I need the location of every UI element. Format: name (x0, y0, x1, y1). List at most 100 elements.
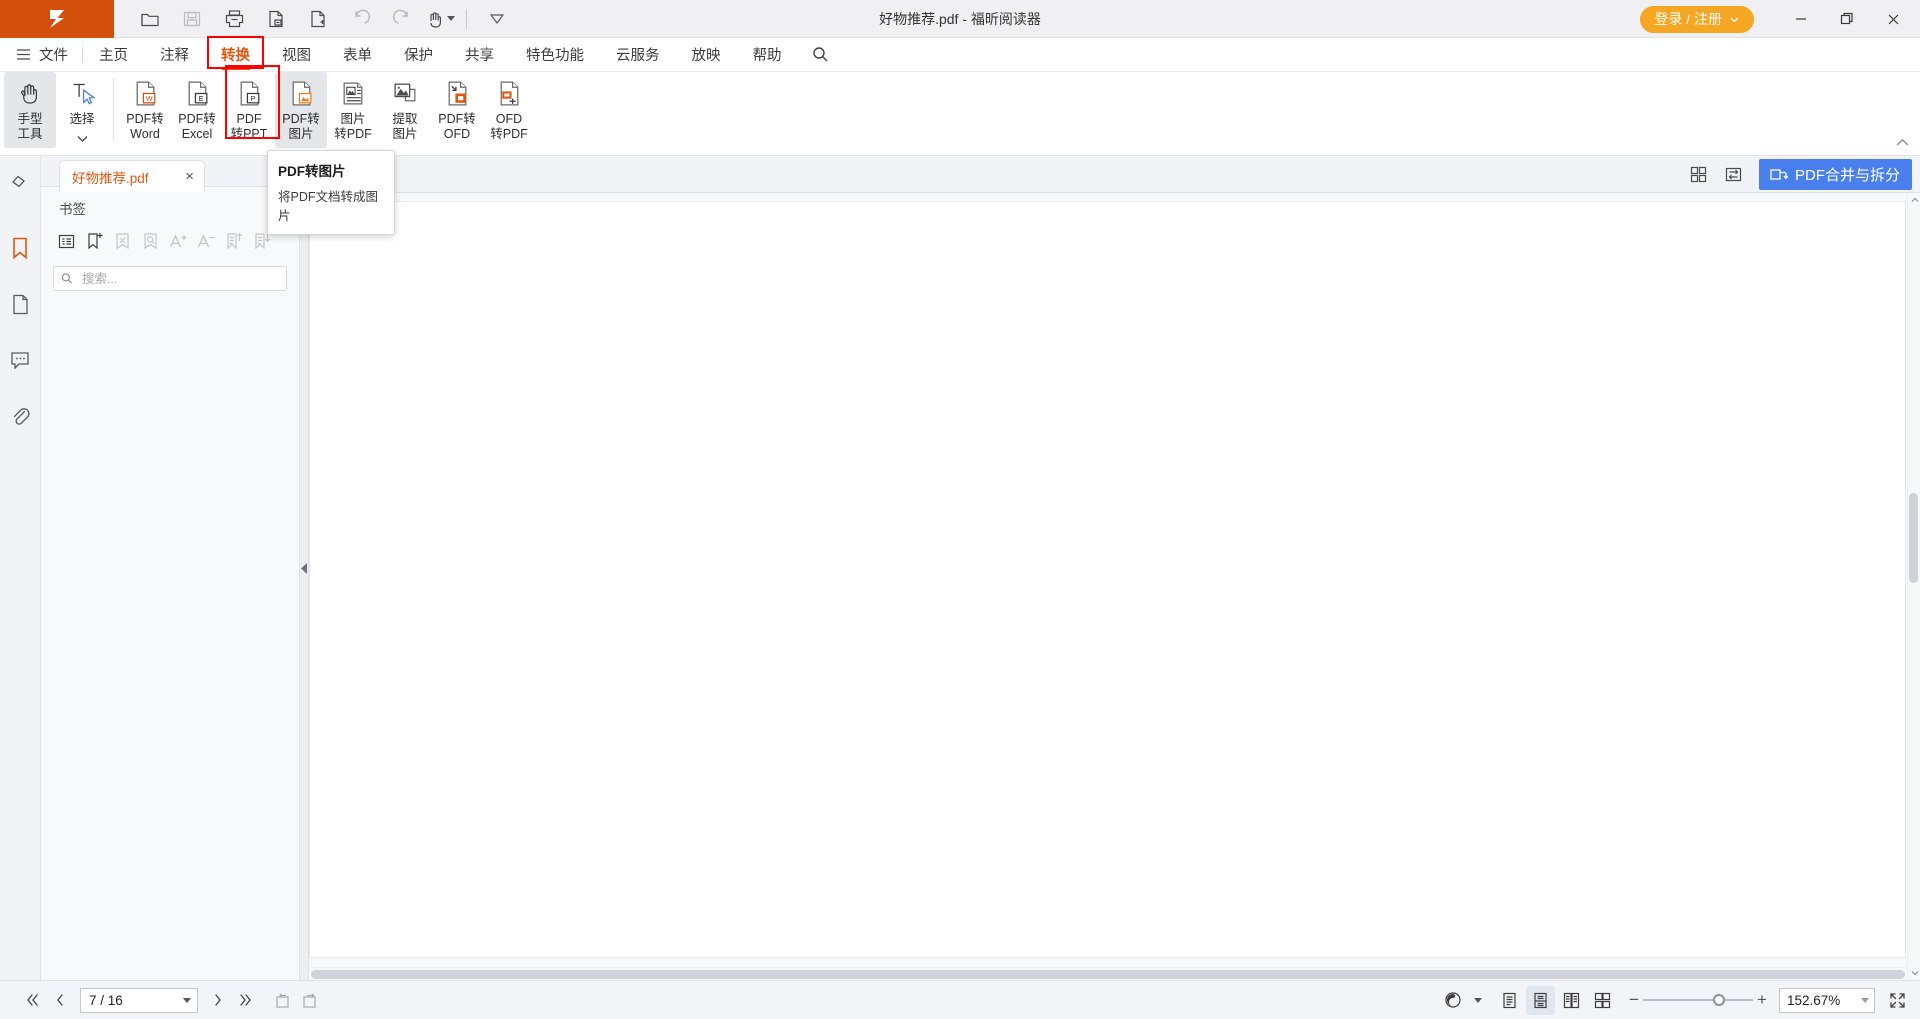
comments-panel-icon[interactable] (0, 336, 41, 384)
login-register-label: 登录 / 注册 (1654, 9, 1722, 29)
ribbon-hand-tool-label-2: 工具 (17, 127, 42, 142)
new-file-icon[interactable] (298, 2, 338, 36)
zoom-out-button[interactable]: − (1625, 990, 1643, 1010)
zoom-slider-knob[interactable] (1713, 994, 1725, 1006)
login-register-button[interactable]: 登录 / 注册 (1640, 6, 1754, 33)
horizontal-scroll-thumb[interactable] (311, 970, 1905, 979)
open-icon[interactable] (130, 2, 170, 36)
print-icon[interactable] (214, 2, 254, 36)
menu-item-home[interactable]: 主页 (83, 38, 144, 72)
switch-window-icon[interactable] (1720, 161, 1747, 188)
zoom-in-button[interactable]: + (1753, 990, 1771, 1010)
pages-panel-icon[interactable] (0, 280, 41, 328)
close-button[interactable] (1870, 0, 1916, 38)
hand-tool-icon[interactable] (424, 2, 456, 36)
customize-qat-icon[interactable] (477, 2, 517, 36)
find-bookmark-icon[interactable] (137, 228, 163, 254)
rotate-left-icon[interactable] (268, 986, 296, 1014)
maximize-button[interactable] (1824, 0, 1870, 38)
page-dropdown-icon[interactable] (183, 998, 191, 1003)
rotate-right-icon[interactable] (296, 986, 324, 1014)
bookmark-panel-title: 书签 (41, 187, 299, 226)
decrease-font-icon[interactable] (193, 228, 219, 254)
menu-item-help[interactable]: 帮助 (737, 38, 798, 72)
menu-item-file[interactable]: 文件 (10, 38, 82, 72)
menu-item-protect[interactable]: 保护 (388, 38, 449, 72)
document-tabbar-right: PDF合并与拆分 (1685, 156, 1920, 192)
close-icon[interactable]: × (183, 169, 196, 184)
add-bookmark-icon[interactable] (81, 228, 107, 254)
bookmark-search-input[interactable] (80, 271, 279, 287)
ribbon-hand-tool[interactable]: 手型 工具 (4, 72, 56, 148)
tooltip-description: 将PDF文档转成图片 (278, 186, 384, 224)
zoom-dropdown-icon[interactable] (1861, 998, 1869, 1003)
increase-font-icon[interactable] (165, 228, 191, 254)
vertical-scroll-thumb[interactable] (1909, 493, 1918, 583)
collapse-ribbon-icon[interactable] (1895, 135, 1910, 153)
single-page-layout-icon[interactable] (1495, 986, 1524, 1015)
ribbon-select-tool[interactable]: 选择 (56, 72, 108, 148)
ribbon-pdf-to-word[interactable]: W PDF转 Word (119, 72, 171, 148)
last-page-icon[interactable] (232, 986, 260, 1014)
expand-bookmarks-icon[interactable] (53, 228, 79, 254)
ribbon-group-tools: 手型 工具 选择 (4, 72, 108, 148)
search-icon (61, 272, 73, 285)
title-bar: 好物推荐.pdf - 福昕阅读器 登录 / 注册 (0, 0, 1920, 38)
scroll-up-icon[interactable] (1908, 193, 1920, 207)
first-page-icon[interactable] (18, 986, 46, 1014)
select-tool-caret-icon[interactable] (77, 129, 88, 147)
facing-continuous-layout-icon[interactable] (1588, 986, 1617, 1015)
menu-item-comment[interactable]: 注释 (144, 38, 205, 72)
save-icon[interactable] (172, 2, 212, 36)
menu-item-share[interactable]: 共享 (449, 38, 510, 72)
delete-bookmark-icon[interactable] (109, 228, 135, 254)
bookmark-search-box[interactable] (53, 266, 287, 291)
vertical-scrollbar[interactable] (1907, 193, 1920, 980)
ribbon-pdf-to-ppt[interactable]: P PDF 转PPT (223, 72, 275, 148)
menu-item-cloud[interactable]: 云服务 (600, 38, 676, 72)
zoom-slider-track[interactable] (1643, 999, 1753, 1001)
thumbnail-grid-icon[interactable] (1685, 161, 1712, 188)
page-number-input[interactable]: 7 / 16 (80, 988, 198, 1013)
panel-collapse-handle[interactable] (300, 156, 309, 980)
ribbon-pdf-to-ofd[interactable]: PDF转 OFD (431, 72, 483, 148)
horizontal-scrollbar[interactable] (309, 967, 1907, 980)
bookmark-panel-icon[interactable] (0, 224, 41, 272)
menu-active-underline (222, 67, 250, 70)
svg-text:W: W (145, 93, 152, 102)
svg-text:P: P (250, 93, 255, 102)
sort-bookmark-up-icon[interactable] (221, 228, 247, 254)
page-canvas (309, 193, 1920, 980)
previous-page-icon[interactable] (46, 986, 74, 1014)
menu-item-view[interactable]: 视图 (266, 38, 327, 72)
facing-layout-icon[interactable] (1557, 986, 1586, 1015)
search-icon[interactable] (798, 46, 843, 63)
zoom-level-input[interactable]: 152.67% (1779, 988, 1875, 1013)
pdf-merge-split-button[interactable]: PDF合并与拆分 (1759, 159, 1912, 190)
minimize-button[interactable] (1778, 0, 1824, 38)
ribbon-pdf-to-image[interactable]: PDF转 图片 (275, 72, 327, 148)
menu-item-form[interactable]: 表单 (327, 38, 388, 72)
undo-icon[interactable] (340, 2, 380, 36)
menu-item-present[interactable]: 放映 (676, 38, 737, 72)
reading-mode-icon[interactable] (1438, 986, 1467, 1015)
ribbon-pdf-to-excel[interactable]: E PDF转 Excel (171, 72, 223, 148)
redo-icon[interactable] (382, 2, 422, 36)
pdf-merge-split-label: PDF合并与拆分 (1795, 164, 1900, 185)
save-as-icon[interactable] (256, 2, 296, 36)
hand-tool-caret-icon[interactable] (447, 16, 455, 21)
attachments-panel-icon[interactable] (0, 392, 41, 440)
scroll-down-icon[interactable] (1908, 966, 1920, 980)
sidebar-toggle-icon[interactable] (0, 160, 41, 200)
continuous-layout-icon[interactable] (1526, 986, 1555, 1015)
reading-mode-caret-icon[interactable] (1469, 986, 1487, 1015)
pdf-to-image-icon (287, 78, 316, 108)
zoom-slider[interactable]: − + (1625, 990, 1771, 1010)
ribbon-extract-image[interactable]: 提取 图片 (379, 72, 431, 148)
fullscreen-icon[interactable] (1883, 986, 1912, 1015)
menu-item-features[interactable]: 特色功能 (510, 38, 600, 72)
document-tab[interactable]: 好物推荐.pdf × (59, 160, 205, 192)
ribbon-image-to-pdf[interactable]: 图片 转PDF (327, 72, 379, 148)
next-page-icon[interactable] (204, 986, 232, 1014)
ribbon-ofd-to-pdf[interactable]: OFD 转PDF (483, 72, 535, 148)
